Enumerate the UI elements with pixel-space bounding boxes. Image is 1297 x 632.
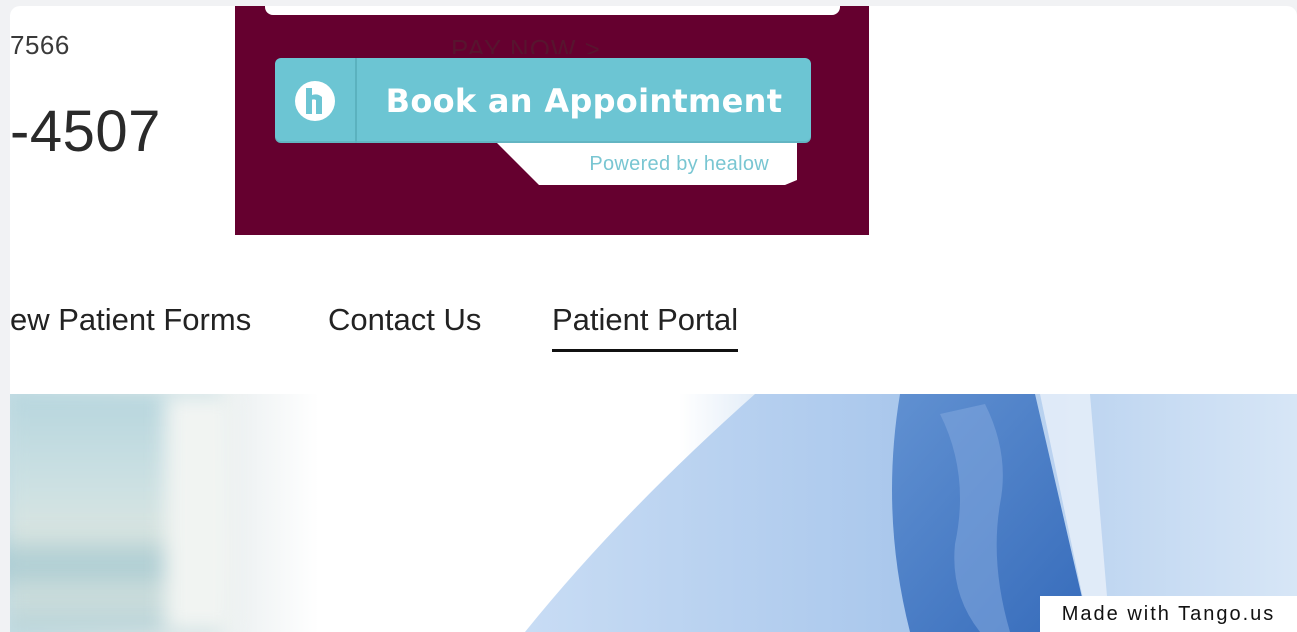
healow-h-icon xyxy=(275,58,357,143)
phone-number-large[interactable]: -4507 xyxy=(10,98,161,165)
pay-now-link[interactable]: PAY NOW > xyxy=(451,34,601,54)
tango-watermark: Made with Tango.us xyxy=(1040,596,1297,632)
appointment-banner: PAY NOW > Book an Appointment Powered by… xyxy=(235,6,869,235)
nav-contact-us[interactable]: Contact Us xyxy=(328,302,481,338)
book-appointment-button[interactable]: Book an Appointment xyxy=(275,58,811,143)
book-appointment-label: Book an Appointment xyxy=(385,81,783,120)
powered-by-healow: Powered by healow xyxy=(497,143,797,185)
page-frame: 7566 -4507 PAY NOW > Book an Appointment… xyxy=(10,6,1297,632)
nav-new-patient-forms[interactable]: ew Patient Forms xyxy=(10,302,251,338)
phone-number-partial[interactable]: 7566 xyxy=(10,30,70,61)
nav-patient-portal[interactable]: Patient Portal xyxy=(552,302,739,352)
banner-top-card xyxy=(265,6,840,15)
main-nav: ew Patient Forms Contact Us Patient Port… xyxy=(10,302,910,352)
